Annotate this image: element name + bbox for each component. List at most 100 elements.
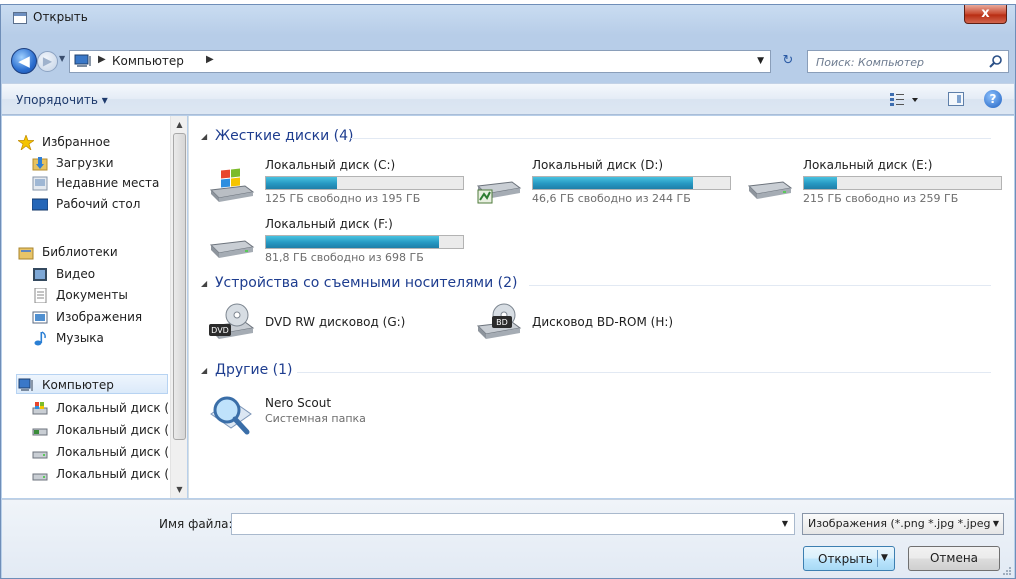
sidebar-item-computer[interactable]: Компьютер: [16, 374, 168, 394]
desktop-icon: [32, 198, 48, 211]
sidebar-item-desktop[interactable]: Рабочий стол: [2, 194, 168, 214]
drive-free-space: 125 ГБ свободно из 195 ГБ: [265, 192, 421, 205]
nero-scout-item[interactable]: Nero Scout Системная папка: [207, 392, 467, 440]
help-button[interactable]: ?: [984, 90, 1002, 108]
group-divider: [529, 285, 991, 286]
star-icon: [18, 135, 34, 150]
filename-history-dropdown[interactable]: ▼: [782, 519, 788, 528]
back-button[interactable]: ◀: [11, 48, 37, 74]
group-divider: [297, 372, 991, 373]
scroll-up-arrow[interactable]: ▲: [171, 116, 188, 133]
split-divider: [877, 550, 878, 567]
bd-drive-icon: BD: [476, 303, 522, 339]
drive-name: Локальный диск (D:): [532, 158, 664, 172]
svg-text:BD: BD: [496, 318, 508, 327]
group-other[interactable]: ◢ Другие (1): [201, 362, 1001, 384]
sidebar-item-downloads[interactable]: Загрузки: [2, 153, 168, 173]
forward-button[interactable]: ▶: [37, 51, 58, 72]
window-icon: [13, 12, 27, 24]
cancel-button[interactable]: Отмена: [908, 546, 1000, 571]
svg-text:DVD: DVD: [211, 326, 229, 335]
sidebar-item-favorites[interactable]: Избранное: [2, 132, 168, 152]
filename-input[interactable]: [236, 516, 766, 532]
device-name: Дисковод BD-ROM (H:): [532, 315, 674, 329]
item-type: Системная папка: [265, 412, 366, 425]
computer-icon: [74, 54, 91, 67]
open-options-dropdown[interactable]: ▼: [881, 553, 888, 563]
drive-icon: [476, 181, 522, 204]
open-button[interactable]: Открыть ▼: [803, 546, 895, 571]
drive-icon: [32, 428, 48, 436]
libraries-icon: [18, 247, 34, 260]
breadcrumb-separator[interactable]: ▶: [206, 54, 214, 65]
scrollbar-thumb[interactable]: [173, 133, 186, 440]
breadcrumb-computer[interactable]: Компьютер: [112, 54, 184, 68]
drive-item[interactable]: Локальный диск (F:) 81,8 ГБ свободно из …: [207, 217, 477, 271]
search-input[interactable]: [816, 53, 976, 71]
sidebar-item-drive-c[interactable]: Локальный диск (C:): [2, 398, 168, 418]
sidebar-item-drive-f[interactable]: Локальный диск (F:): [2, 464, 168, 484]
nero-scout-icon: [210, 396, 252, 435]
sidebar-item-drive-e[interactable]: Локальный диск (E:): [2, 442, 168, 462]
title-bar: Открыть x: [1, 5, 1015, 31]
refresh-button[interactable]: ↻: [777, 51, 799, 72]
file-type-filter[interactable]: Изображения (*.png *.jpg *.jpeg) ▼: [802, 513, 1004, 535]
drive-name: Локальный диск (E:): [803, 158, 933, 172]
organize-menu[interactable]: Упорядочить ▾: [16, 93, 108, 107]
dvd-drive-icon: DVD: [209, 303, 255, 339]
navigation-bar: ◀ ▶ ▼ ▶ Компьютер ▶ ▼ ↻: [1, 45, 1015, 75]
dialog-footer: Имя файла: ▼ Изображения (*.png *.jpg *.…: [2, 499, 1014, 578]
group-removable-storage[interactable]: ◢ Устройства со съемными носителями (2): [201, 275, 1001, 297]
capacity-bar-fill: [266, 177, 337, 189]
drive-icon: [747, 181, 793, 199]
filename-combobox[interactable]: ▼: [231, 513, 795, 535]
drive-item[interactable]: Локальный диск (C:) 125 ГБ свободно из 1…: [207, 158, 477, 212]
group-divider: [351, 138, 991, 139]
change-view-button[interactable]: [888, 91, 922, 109]
recent-pages-dropdown[interactable]: ▼: [59, 54, 65, 63]
drive-icon: [32, 451, 48, 459]
sidebar-item-drive-d[interactable]: Локальный диск (D:): [2, 420, 168, 440]
collapse-triangle-icon[interactable]: ◢: [201, 366, 207, 375]
computer-icon: [18, 378, 33, 391]
sidebar-item-video[interactable]: Видео: [2, 264, 168, 284]
drive-name: Локальный диск (C:): [265, 158, 396, 172]
drive-item[interactable]: Локальный диск (E:) 215 ГБ свободно из 2…: [745, 158, 1015, 212]
dvd-drive-item[interactable]: DVD DVD RW дисковод (G:): [207, 302, 487, 342]
scroll-down-arrow[interactable]: ▼: [171, 481, 188, 498]
chevron-down-icon[interactable]: ▼: [993, 519, 999, 528]
file-type-filter-value: Изображения (*.png *.jpg *.jpeg): [808, 517, 990, 530]
drive-free-space: 46,6 ГБ свободно из 244 ГБ: [532, 192, 691, 205]
recent-places-icon: [32, 176, 48, 191]
open-button-label: Открыть: [818, 552, 873, 566]
bd-drive-item[interactable]: BD Дисковод BD-ROM (H:): [474, 302, 754, 342]
address-dropdown[interactable]: ▼: [757, 56, 764, 66]
sidebar-scrollbar[interactable]: ▲ ▼: [170, 116, 187, 498]
group-title: Другие (1): [215, 362, 293, 378]
sidebar-item-pictures[interactable]: Изображения: [2, 307, 168, 327]
pictures-icon: [32, 311, 48, 324]
collapse-triangle-icon[interactable]: ◢: [201, 279, 207, 288]
search-icon: [989, 55, 1002, 68]
close-button[interactable]: x: [964, 5, 1007, 24]
sidebar-item-libraries[interactable]: Библиотеки: [2, 242, 168, 262]
file-list-pane: ◢ Жесткие диски (4) Локальный диск (C:) …: [188, 116, 1014, 498]
sidebar-item-music[interactable]: Музыка: [2, 328, 168, 348]
command-bar: Упорядочить ▾ ?: [2, 83, 1014, 115]
group-hard-drives[interactable]: ◢ Жесткие диски (4): [201, 128, 1001, 150]
drive-item[interactable]: Локальный диск (D:) 46,6 ГБ свободно из …: [474, 158, 744, 212]
breadcrumb-separator[interactable]: ▶: [98, 54, 106, 65]
preview-pane-button[interactable]: [948, 92, 964, 106]
item-name: Nero Scout: [265, 396, 332, 410]
collapse-triangle-icon[interactable]: ◢: [201, 132, 207, 141]
drive-icon: [209, 240, 255, 258]
sidebar-item-documents[interactable]: Документы: [2, 285, 168, 305]
capacity-bar: [803, 176, 1002, 190]
search-box[interactable]: [807, 50, 1009, 73]
drive-free-space: 215 ГБ свободно из 259 ГБ: [803, 192, 959, 205]
open-file-dialog: Открыть x ◀ ▶ ▼ ▶ Компьютер ▶ ▼ ↻ Упор: [0, 4, 1016, 579]
sidebar-item-recent-places[interactable]: Недавние места: [2, 173, 168, 193]
address-bar[interactable]: ▶ Компьютер ▶ ▼: [69, 50, 771, 73]
windows-drive-icon: [209, 168, 255, 202]
resize-grip-icon[interactable]: [1002, 566, 1012, 576]
